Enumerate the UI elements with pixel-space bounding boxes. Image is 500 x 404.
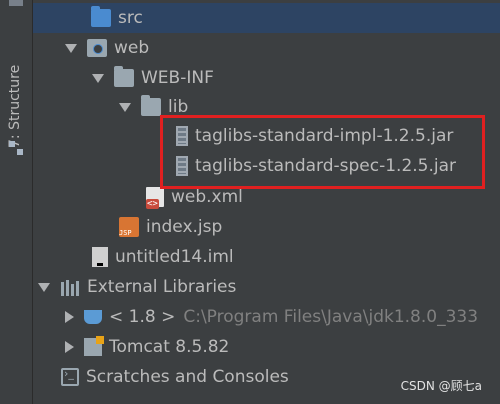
tool-window-strip: 7: Structure: [0, 0, 33, 404]
chevron-down-icon[interactable]: [65, 43, 77, 53]
folder-icon: [114, 66, 134, 87]
tree-item-label: Tomcat 8.5.82: [109, 337, 230, 357]
tree-item-external-libraries[interactable]: External Libraries: [38, 272, 236, 302]
tree-item-label: web.xml: [171, 187, 243, 207]
tree-item-jdk[interactable]: < 1.8 > C:\Program Files\Java\jdk1.8.0_3…: [65, 302, 478, 332]
structure-tab[interactable]: 7: Structure: [7, 65, 23, 148]
project-tree: src web WEB-INF lib taglibs-standard-imp…: [33, 0, 500, 404]
tree-item-label: WEB-INF: [141, 68, 214, 88]
xml-file-icon: [146, 187, 164, 209]
libraries-icon: [60, 278, 80, 296]
tomcat-icon: [84, 336, 104, 356]
tree-item-scratches[interactable]: Scratches and Consoles: [61, 362, 289, 392]
tree-item-iml[interactable]: untitled14.iml: [92, 242, 234, 272]
jdk-icon: [84, 310, 102, 324]
web-folder-icon: [87, 39, 107, 57]
tree-item-tomcat[interactable]: Tomcat 8.5.82: [65, 332, 229, 362]
tool-window-icon: [9, 0, 23, 6]
tree-item-label: untitled14.iml: [115, 247, 234, 267]
iml-file-icon: [92, 247, 108, 267]
chevron-down-icon[interactable]: [119, 102, 131, 112]
scratches-icon: [61, 367, 79, 386]
chevron-right-icon[interactable]: [65, 341, 74, 353]
chevron-down-icon[interactable]: [92, 73, 104, 83]
chevron-right-icon[interactable]: [65, 311, 74, 323]
tree-item-label: < 1.8 >: [109, 307, 176, 327]
folder-icon: [141, 95, 161, 116]
tree-item-label: web: [114, 38, 150, 58]
folder-icon: [91, 6, 111, 27]
tree-item-label: External Libraries: [87, 277, 237, 297]
tree-item-label: index.jsp: [146, 217, 223, 237]
tree-item-index-jsp[interactable]: index.jsp: [119, 212, 222, 242]
tree-item-src[interactable]: src: [33, 3, 500, 33]
watermark: CSDN @顾七a: [400, 379, 482, 393]
highlight-box: [160, 115, 485, 189]
tree-item-web-inf[interactable]: WEB-INF: [92, 63, 214, 93]
jdk-path: C:\Program Files\Java\jdk1.8.0_333: [183, 307, 479, 327]
tree-item-label: Scratches and Consoles: [86, 367, 289, 387]
jsp-file-icon: [119, 217, 139, 237]
tree-item-web[interactable]: web: [65, 33, 149, 63]
chevron-down-icon[interactable]: [38, 282, 50, 292]
tree-item-label: src: [118, 8, 143, 28]
structure-icon: [9, 141, 23, 155]
tree-item-label: lib: [168, 97, 189, 117]
